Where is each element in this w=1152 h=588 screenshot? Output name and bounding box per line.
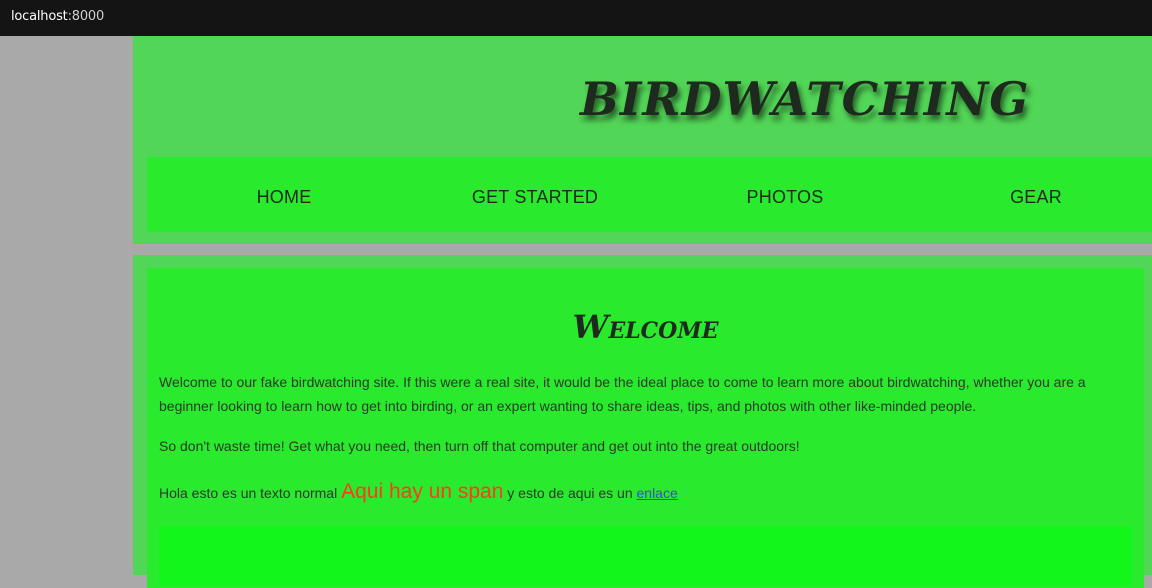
site-title: BIRDWATCHING xyxy=(580,72,1030,126)
demo-span-text: Aqui hay un span xyxy=(341,480,504,503)
subsection-box xyxy=(159,526,1132,586)
nav-item-gear[interactable]: GEAR xyxy=(911,157,1152,232)
main-nav: HOME GET STARTED PHOTOS GEAR xyxy=(147,157,1152,232)
call-to-action-paragraph: So don't waste time! Get what you need, … xyxy=(159,438,800,454)
nav-item-photos[interactable]: PHOTOS xyxy=(660,157,910,232)
intro-paragraph: Welcome to our fake birdwatching site. I… xyxy=(159,374,1086,414)
main-section: Welcome Welcome to our fake birdwatching… xyxy=(133,255,1152,588)
address-host: localhost xyxy=(11,9,68,24)
nav-item-home[interactable]: HOME xyxy=(159,157,409,232)
demo-link[interactable]: enlace xyxy=(637,485,678,501)
demo-mid-text: y esto de aqui es un xyxy=(503,485,637,501)
welcome-heading: Welcome xyxy=(572,308,719,346)
address-bar[interactable]: localhost:8000 xyxy=(0,0,1152,36)
address-port: :8000 xyxy=(67,9,105,24)
nav-item-get-started[interactable]: GET STARTED xyxy=(410,157,660,232)
demo-paragraph: Hola esto es un texto normal Aqui hay un… xyxy=(159,480,1119,505)
demo-normal-text: Hola esto es un texto normal xyxy=(159,485,342,501)
content-area: Welcome Welcome to our fake birdwatching… xyxy=(147,268,1144,588)
site-header: BIRDWATCHING HOME GET STARTED PHOTOS GEA… xyxy=(133,36,1152,244)
